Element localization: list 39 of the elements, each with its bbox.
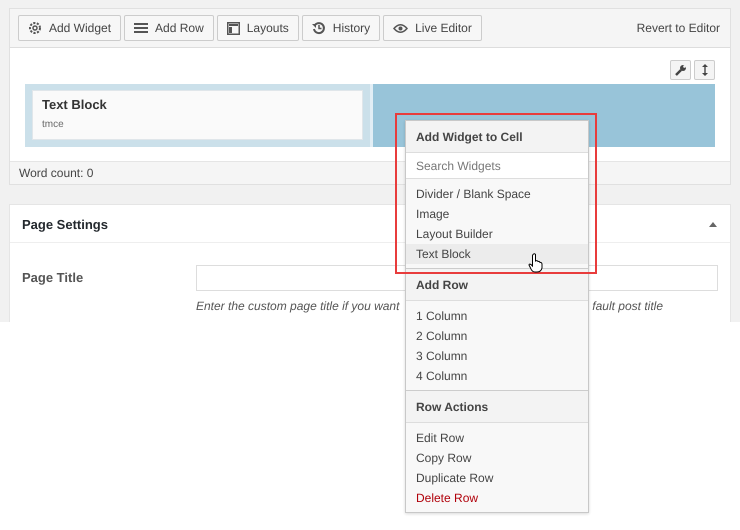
field-description: Enter the custom page title if you want: [196, 299, 400, 313]
toolbar-button[interactable]: Add Widget: [18, 15, 122, 41]
move-icon[interactable]: [694, 60, 715, 80]
panel-title: Page Settings: [22, 217, 108, 232]
menu-item[interactable]: 1 Column: [406, 306, 588, 326]
menu-item[interactable]: 4 Column: [406, 366, 588, 386]
menu-item[interactable]: Delete Row: [406, 488, 588, 508]
hand-cursor-icon: [528, 253, 544, 273]
grid-cell[interactable]: Text Block tmce: [25, 84, 370, 147]
history-icon: [312, 21, 326, 35]
menu-item[interactable]: Layout Builder: [406, 224, 588, 244]
toolbar-button[interactable]: History: [302, 15, 380, 41]
menu-item[interactable]: Image: [406, 204, 588, 224]
menu-item[interactable]: 2 Column: [406, 326, 588, 346]
revert-link[interactable]: Revert to Editor: [636, 21, 720, 35]
toolbar-button[interactable]: Layouts: [216, 15, 299, 41]
menu-item[interactable]: Text Block: [406, 244, 588, 264]
gear-icon: [28, 21, 42, 35]
menu-item[interactable]: Edit Row: [406, 428, 588, 448]
field-description: fault post title: [592, 299, 663, 313]
field-label: Page Title: [22, 269, 84, 287]
menu-item[interactable]: Divider / Blank Space: [406, 184, 588, 204]
widget-card[interactable]: Text Block tmce: [32, 90, 363, 140]
menu-item[interactable]: Copy Row: [406, 448, 588, 468]
widget-title: Text Block: [42, 97, 108, 112]
toolbar-button[interactable]: Add Row: [124, 15, 214, 41]
collapse-icon[interactable]: [709, 222, 717, 227]
menu-item[interactable]: 3 Column: [406, 346, 588, 366]
layout-icon: [226, 22, 240, 34]
menu-heading: Add Row: [406, 269, 588, 301]
widget-subtitle: tmce: [42, 119, 65, 130]
menu-icon: [134, 22, 148, 34]
wrench-icon[interactable]: [670, 60, 691, 80]
toolbar-button[interactable]: Live Editor: [383, 15, 482, 41]
menu-heading: Row Actions: [406, 391, 588, 423]
search-field[interactable]: Search Widgets: [406, 153, 588, 179]
eye-icon: [393, 22, 408, 34]
menu-item[interactable]: Duplicate Row: [406, 468, 588, 488]
menu-heading: Add Widget to Cell: [406, 121, 588, 153]
